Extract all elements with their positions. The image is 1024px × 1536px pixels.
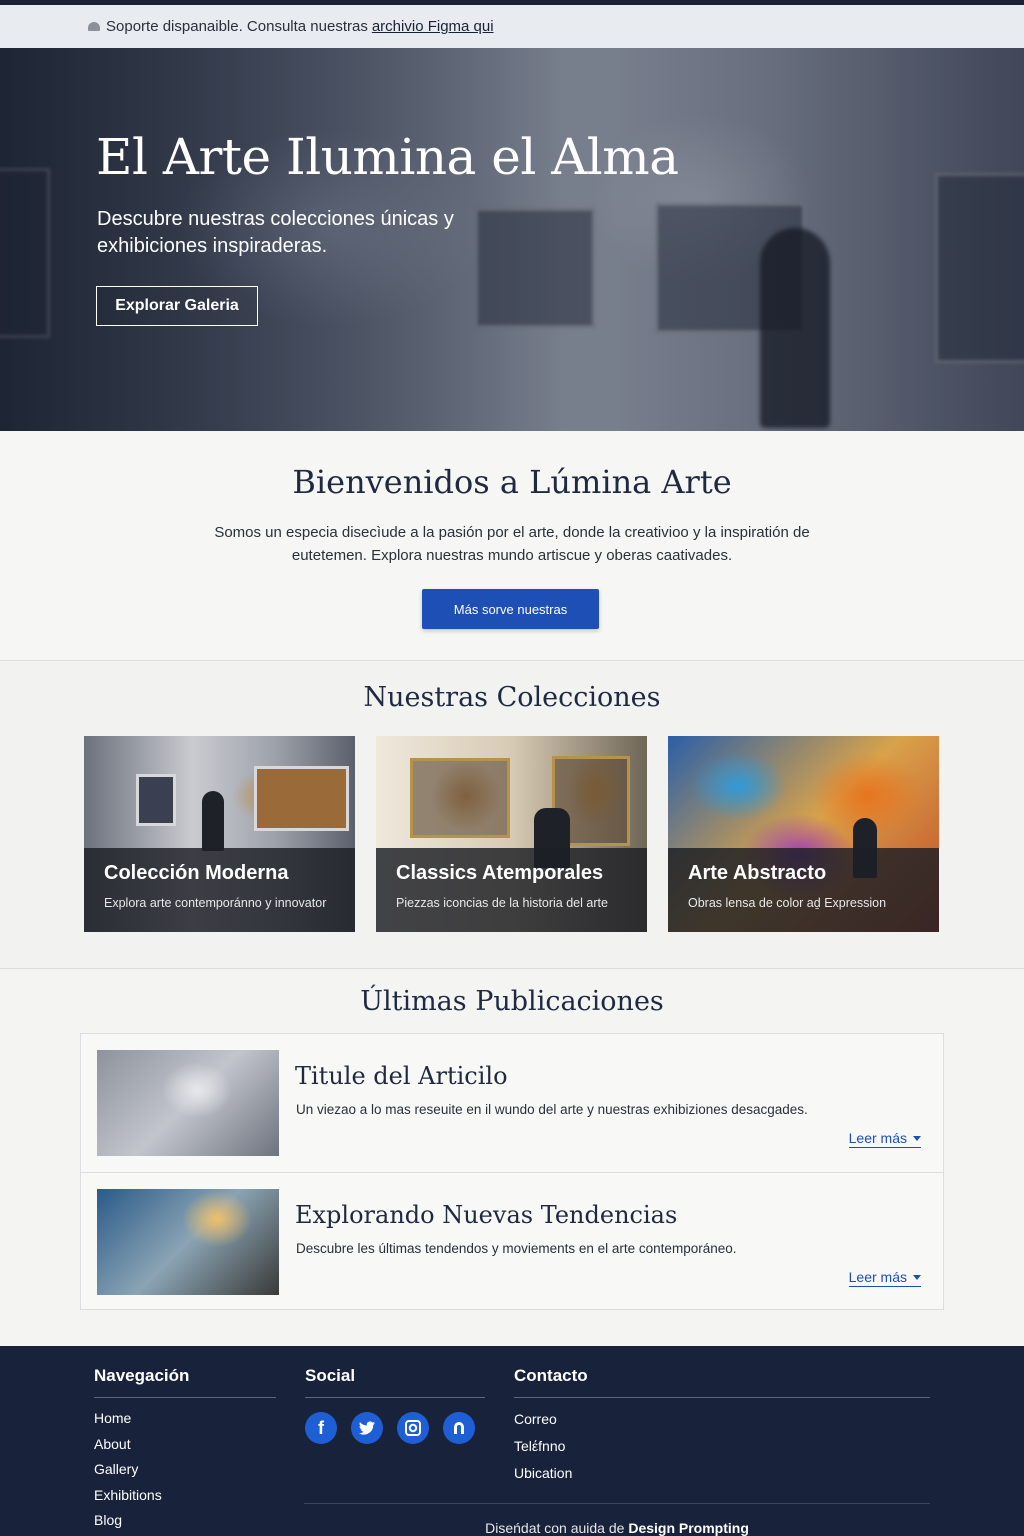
collection-caption: Classics Atemporales Piezzas iconcias de… (376, 848, 647, 932)
twitter-icon[interactable] (351, 1412, 383, 1444)
chat-icon (88, 22, 100, 31)
visitor-silhouette (202, 791, 224, 851)
notice-bar: Soporte dispanaible. Consulta nuestras a… (0, 0, 1024, 48)
post-item: Titule del Articilo Un viezao a lo mas r… (81, 1034, 943, 1172)
footer-link-email[interactable]: Correo (514, 1406, 930, 1433)
footer-nav-title: Navegación (94, 1366, 276, 1398)
footer-link-exhibitions[interactable]: Exhibitions (94, 1483, 276, 1509)
footer-link-blog[interactable]: Blog (94, 1508, 276, 1534)
post-list: Titule del Articilo Un viezao a lo mas r… (80, 1033, 944, 1310)
facebook-icon[interactable]: f (305, 1412, 337, 1444)
about-us-button[interactable]: Más sorve nuestras (422, 589, 599, 629)
collection-desc: Piezzas iconcias de la historia del arte (396, 896, 608, 910)
footer-contact: Contacto Correo Telέfnno Ubication (514, 1366, 930, 1487)
post-thumbnail[interactable] (97, 1189, 279, 1295)
painting-thumbnail (254, 766, 349, 831)
explore-gallery-button[interactable]: Explorar Galeria (96, 286, 258, 326)
collection-desc: Explora arte contemporánno y innovator (104, 896, 327, 910)
footer-contact-title: Contacto (514, 1366, 930, 1398)
painting-thumbnail (136, 774, 176, 826)
footer-nav: Navegación Home About Gallery Exhibition… (94, 1366, 276, 1534)
collections-section: Nuestras Colecciones Colección Moderna E… (0, 662, 1024, 969)
painting-thumbnail (410, 758, 510, 838)
post-item: Explorando Nuevas Tendencias Descubre le… (81, 1172, 943, 1310)
welcome-body: Somos un especia disecìude a la pasión p… (214, 524, 810, 564)
credit-brand[interactable]: Design Prompting (628, 1520, 749, 1536)
hero-subtitle: Descubre nuestras colecciones únicas y e… (97, 208, 454, 257)
credit-prefix: Diseńdat con auida de (485, 1520, 625, 1536)
read-more-label: Leer más (848, 1130, 907, 1146)
figma-icon[interactable] (443, 1412, 475, 1444)
figma-archive-link[interactable]: archivio Figma qui (372, 18, 494, 35)
hero-title: El Arte Ilumina el Alma (96, 128, 679, 186)
footer-link-about[interactable]: About (94, 1432, 276, 1458)
collection-title: Arte Abstracto (688, 862, 827, 884)
collection-caption: Colección Moderna Explora arte contempor… (84, 848, 355, 932)
post-title[interactable]: Titule del Articilo (295, 1062, 508, 1090)
post-thumbnail[interactable] (97, 1050, 279, 1156)
posts-title: Últimas Publicaciones (360, 986, 664, 1017)
collections-title: Nuestras Colecciones (363, 682, 661, 713)
welcome-title: Bienvenidos a Lúmina Arte (292, 463, 732, 501)
collection-card-abstract[interactable]: Arte Abstracto Obras lensa de color aḏ E… (668, 736, 939, 932)
footer-link-phone[interactable]: Telέfnno (514, 1433, 930, 1460)
footer-link-home[interactable]: Home (94, 1406, 276, 1432)
footer: Navegación Home About Gallery Exhibition… (0, 1346, 1024, 1536)
caret-down-icon (913, 1274, 921, 1280)
caret-down-icon (913, 1135, 921, 1141)
welcome-section: Bienvenidos a Lúmina Arte Somos un espec… (0, 431, 1024, 661)
collection-card-classics[interactable]: Classics Atemporales Piezzas iconcias de… (376, 736, 647, 932)
posts-section: Últimas Publicaciones Titule del Articil… (0, 970, 1024, 1346)
footer-credit: Diseńdat con auida de Design Prompting (304, 1503, 930, 1536)
collection-title: Colección Moderna (104, 862, 289, 884)
collection-desc: Obras lensa de color aḏ Expression (688, 896, 887, 910)
collection-title: Classics Atemporales (396, 862, 604, 884)
collection-caption: Arte Abstracto Obras lensa de color aḏ E… (668, 848, 939, 932)
hero-section: El Arte Ilumina el Alma Descubre nuestra… (0, 48, 1024, 431)
notice-text: Soporte dispanaible. Consulta nuestras (106, 18, 368, 35)
instagram-icon[interactable] (397, 1412, 429, 1444)
read-more-label: Leer más (848, 1269, 907, 1285)
footer-link-location[interactable]: Ubication (514, 1460, 930, 1487)
post-title[interactable]: Explorando Nuevas Tendencias (295, 1201, 677, 1229)
read-more-link[interactable]: Leer más (848, 1269, 921, 1287)
footer-link-gallery[interactable]: Gallery (94, 1457, 276, 1483)
post-excerpt: Un viezao a lo mas reseuite en il wundo … (296, 1102, 808, 1117)
collection-card-modern[interactable]: Colección Moderna Explora arte contempor… (84, 736, 355, 932)
footer-social: Social f (305, 1366, 485, 1444)
read-more-link[interactable]: Leer más (848, 1130, 921, 1148)
post-excerpt: Descubre les últimas tendendos y movieme… (296, 1241, 737, 1256)
footer-social-title: Social (305, 1366, 485, 1398)
